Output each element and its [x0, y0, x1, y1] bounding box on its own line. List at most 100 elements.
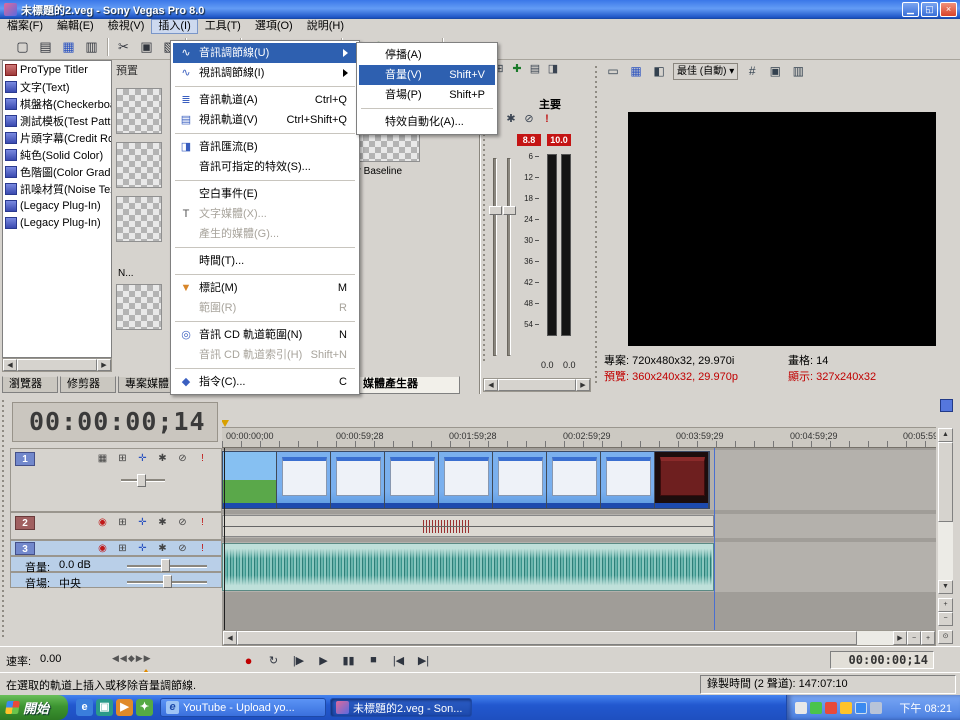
open-button[interactable]: ▤	[35, 36, 56, 57]
preset-thumbnail[interactable]	[116, 142, 162, 188]
menu-options[interactable]: 選項(O)	[248, 19, 300, 34]
audio-track-lane[interactable]	[222, 514, 936, 538]
submenu-item-fx-automation[interactable]: 特效自動化(A)...	[359, 112, 495, 132]
track-number[interactable]: 2	[15, 516, 35, 530]
restore-button[interactable]: ◱	[921, 2, 938, 17]
video-display[interactable]	[628, 112, 936, 346]
edit-cursor[interactable]	[224, 448, 225, 646]
marker-bar[interactable]	[222, 394, 936, 428]
clip-indicator-icon[interactable]: !	[539, 112, 555, 127]
go-to-start-button[interactable]: |◀	[386, 650, 411, 670]
cut-button[interactable]: ✂	[113, 36, 134, 57]
timeline-options-icon[interactable]	[940, 399, 953, 412]
menu-view[interactable]: 檢視(V)	[101, 19, 152, 34]
scrollbar-thumb[interactable]	[938, 442, 953, 522]
minimize-button[interactable]: ▁	[902, 2, 919, 17]
menu-item-region[interactable]: 範圍(R)R	[173, 298, 357, 318]
preset-thumbnail[interactable]	[116, 284, 162, 330]
track-fx-button[interactable]: ⊞	[115, 452, 130, 465]
track-settings-button[interactable]: ✱	[155, 452, 170, 465]
tab-media-generators[interactable]: 媒體產生器	[356, 376, 460, 394]
clip-value-badge[interactable]: 8.8	[517, 134, 541, 146]
menu-item-video-envelope[interactable]: ∿視訊調節線(I)	[173, 63, 357, 83]
close-button[interactable]: ×	[940, 2, 957, 17]
track-motion-button[interactable]: ▦	[95, 452, 110, 465]
time-ruler[interactable]: 00:00:00;00 00:00:59;28 00:01:59;28 00:0…	[222, 428, 936, 448]
copy-snapshot-icon[interactable]: ▣	[766, 63, 784, 80]
mixer-properties-button[interactable]: ▤	[527, 62, 543, 77]
transport-time-display[interactable]: 00:00:00;14	[830, 651, 934, 669]
timeline-horizontal-scrollbar[interactable]: ◀ ▶ − +	[222, 630, 936, 646]
scroll-right-icon[interactable]: ▶	[97, 359, 111, 371]
music-audio-event[interactable]	[222, 543, 714, 591]
track-mute-button[interactable]: ⊘	[175, 542, 190, 555]
start-button[interactable]: 開始	[0, 695, 68, 720]
play-from-start-button[interactable]: |▶	[286, 650, 311, 670]
play-button[interactable]: ▶	[311, 650, 336, 670]
insert-fx-button[interactable]: ✚	[509, 62, 525, 77]
menu-edit[interactable]: 編輯(E)	[50, 19, 101, 34]
menu-item-time[interactable]: 時間(T)...	[173, 251, 357, 271]
menu-item-cd-region[interactable]: ◎音訊 CD 軌道範圍(N)N	[173, 325, 357, 345]
track-automation-button[interactable]: ✛	[135, 452, 150, 465]
track-solo-button[interactable]: !	[195, 516, 210, 529]
video-track-lane[interactable]	[222, 450, 936, 510]
track-mute-button[interactable]: ⊘	[175, 516, 190, 529]
timeline-time-display[interactable]: 00:00:00;14	[12, 402, 218, 442]
menu-item-empty-event[interactable]: 空白事件(E)	[173, 184, 357, 204]
tray-volume-icon[interactable]	[840, 702, 852, 714]
menu-item-marker[interactable]: ▼標記(M)M	[173, 278, 357, 298]
taskbar-clock[interactable]: 下午 08:21	[899, 700, 960, 716]
generator-item[interactable]: ProType Titler	[3, 61, 111, 78]
scrollbar-track[interactable]	[857, 631, 893, 645]
menu-item-command[interactable]: ◆指令(C)...C	[173, 372, 357, 392]
tab-trimmer[interactable]: 修剪器	[60, 376, 116, 393]
grid-overlay-icon[interactable]: #	[743, 63, 761, 80]
volume-slider[interactable]	[161, 559, 170, 572]
menu-item-assignable-fx[interactable]: 音訊可指定的特效(S)...	[173, 157, 357, 177]
generator-item[interactable]: (Legacy Plug-In)	[3, 197, 111, 214]
internet-explorer-icon[interactable]: e	[76, 699, 93, 716]
track-settings-button[interactable]: ✱	[155, 542, 170, 555]
scroll-left-icon[interactable]: ◀	[223, 631, 237, 645]
master-fader-left[interactable]	[489, 206, 502, 215]
track-automation-button[interactable]: ✛	[135, 516, 150, 529]
go-to-end-button[interactable]: ▶|	[411, 650, 436, 670]
record-arm-button[interactable]: ◉	[95, 516, 110, 529]
tray-update-icon[interactable]	[795, 702, 807, 714]
messenger-icon[interactable]: ✦	[136, 699, 153, 716]
menu-insert[interactable]: 插入(I)	[151, 19, 197, 34]
tray-antivirus-icon[interactable]	[810, 702, 822, 714]
loop-playback-button[interactable]: ↻	[261, 650, 286, 670]
new-project-button[interactable]: ▢	[12, 36, 33, 57]
timeline-zoom-out-button[interactable]: −	[907, 631, 921, 645]
track-number[interactable]: 1	[15, 452, 35, 466]
external-monitor-icon[interactable]: ▭	[604, 63, 622, 80]
generator-item[interactable]: 文字(Text)	[3, 78, 111, 95]
save-button[interactable]: ▦	[58, 36, 79, 57]
preset-thumbnail[interactable]	[116, 88, 162, 134]
clip-value-badge[interactable]: 10.0	[547, 134, 571, 146]
submenu-item-pan[interactable]: 音場(P)Shift+P	[359, 85, 495, 105]
track-number[interactable]: 3	[15, 542, 35, 555]
track-solo-button[interactable]: !	[195, 452, 210, 465]
rate-scrubber[interactable]: ◀◀◆▶▶	[112, 653, 152, 664]
track-header-3[interactable]: 3 ◉ ⊞ ✛ ✱ ⊘ !	[10, 540, 222, 556]
generator-item[interactable]: (Legacy Plug-In)	[3, 214, 111, 231]
menu-tools[interactable]: 工具(T)	[198, 19, 248, 34]
scroll-right-icon[interactable]: ▶	[576, 379, 590, 391]
track-automation-button[interactable]: ✛	[135, 542, 150, 555]
preview-quality-dropdown[interactable]: 最佳 (自動) ▾	[673, 63, 738, 80]
generator-item[interactable]: 棋盤格(Checkerboard)	[3, 95, 111, 112]
generator-list-scrollbar[interactable]: ◀ ▶	[2, 358, 112, 372]
taskbar-item-youtube[interactable]: e YouTube - Upload yo...	[160, 698, 326, 717]
scrollbar-thumb[interactable]	[17, 359, 97, 371]
video-event[interactable]	[222, 451, 710, 509]
track-header-2[interactable]: 2 ◉ ⊞ ✛ ✱ ⊘ !	[10, 512, 222, 540]
track-mute-button[interactable]: ⊘	[175, 452, 190, 465]
save-snapshot-icon[interactable]: ▥	[789, 63, 807, 80]
scrollbar-thumb[interactable]	[498, 379, 576, 391]
scroll-down-icon[interactable]: ▼	[938, 580, 953, 594]
track-fx-button[interactable]: ⊞	[115, 516, 130, 529]
record-button[interactable]: ●	[236, 650, 261, 670]
